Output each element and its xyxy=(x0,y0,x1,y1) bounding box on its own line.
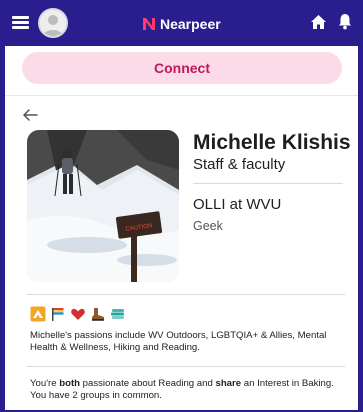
hiking-boot-badge-icon[interactable] xyxy=(90,306,106,322)
divider xyxy=(27,366,345,367)
common-text-emphasis: share xyxy=(215,378,242,389)
common-text-part: passionate about Reading and xyxy=(80,378,216,389)
connect-button[interactable]: Connect xyxy=(22,52,342,84)
back-arrow-icon[interactable] xyxy=(22,108,38,122)
user-avatar[interactable] xyxy=(38,8,68,38)
brand-logo[interactable]: Nearpeer xyxy=(142,14,221,34)
nearpeer-logo-icon xyxy=(143,18,155,30)
bell-icon[interactable] xyxy=(338,13,352,30)
profile-persona: Geek xyxy=(193,219,223,233)
profile-role: Staff & faculty xyxy=(193,156,286,173)
divider xyxy=(27,294,345,295)
common-text-part: You're xyxy=(30,378,60,389)
heart-badge-icon[interactable] xyxy=(70,306,86,322)
book-stack-badge-icon[interactable] xyxy=(110,306,126,322)
passion-badges xyxy=(30,306,126,322)
hamburger-menu-icon[interactable] xyxy=(12,16,29,29)
profile-photo: CAUTION xyxy=(27,130,179,282)
profile-organization[interactable]: OLLI at WVU xyxy=(193,196,281,213)
flag-badge-icon[interactable] xyxy=(50,306,66,322)
outdoors-badge-icon[interactable] xyxy=(30,306,46,322)
common-text-emphasis: both xyxy=(59,378,80,389)
brand-name: Nearpeer xyxy=(160,16,221,32)
common-interests-text: You're both passionate about Reading and… xyxy=(30,378,348,402)
passions-text: Michelle's passions include WV Outdoors,… xyxy=(30,330,327,353)
connect-bar: Connect xyxy=(5,46,358,96)
top-nav-bar: Nearpeer xyxy=(0,0,363,46)
divider xyxy=(193,183,343,184)
profile-name: Michelle Klishis xyxy=(193,131,351,154)
home-icon[interactable] xyxy=(310,14,327,30)
